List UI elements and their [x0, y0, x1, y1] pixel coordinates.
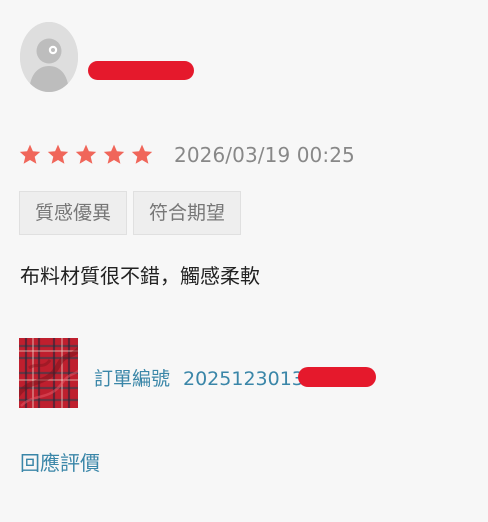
rating-stars	[18, 141, 158, 169]
star-icon	[130, 143, 154, 167]
star-icon	[102, 143, 126, 167]
review-date: 2026/03/19 00:25	[174, 143, 355, 167]
reply-review-link[interactable]: 回應評價	[20, 450, 100, 476]
username-redaction	[88, 61, 194, 80]
product-thumbnail[interactable]	[19, 338, 78, 408]
order-number-label[interactable]: 訂單編號	[94, 367, 170, 391]
review-text: 布料材質很不錯，觸感柔軟	[20, 264, 260, 288]
default-user-avatar-icon	[20, 22, 78, 92]
order-number[interactable]: 2025123013	[183, 367, 304, 391]
star-icon	[46, 143, 70, 167]
review-tag: 質感優異	[19, 191, 128, 235]
review-tags: 質感優異 符合期望	[19, 191, 247, 235]
star-icon	[74, 143, 98, 167]
user-avatar	[20, 22, 78, 92]
review-tag: 符合期望	[133, 191, 242, 235]
review-card: 2026/03/19 00:25 質感優異 符合期望 布料材質很不錯，觸感柔軟 …	[0, 0, 488, 522]
star-icon	[18, 143, 42, 167]
order-number-redaction	[298, 367, 376, 387]
